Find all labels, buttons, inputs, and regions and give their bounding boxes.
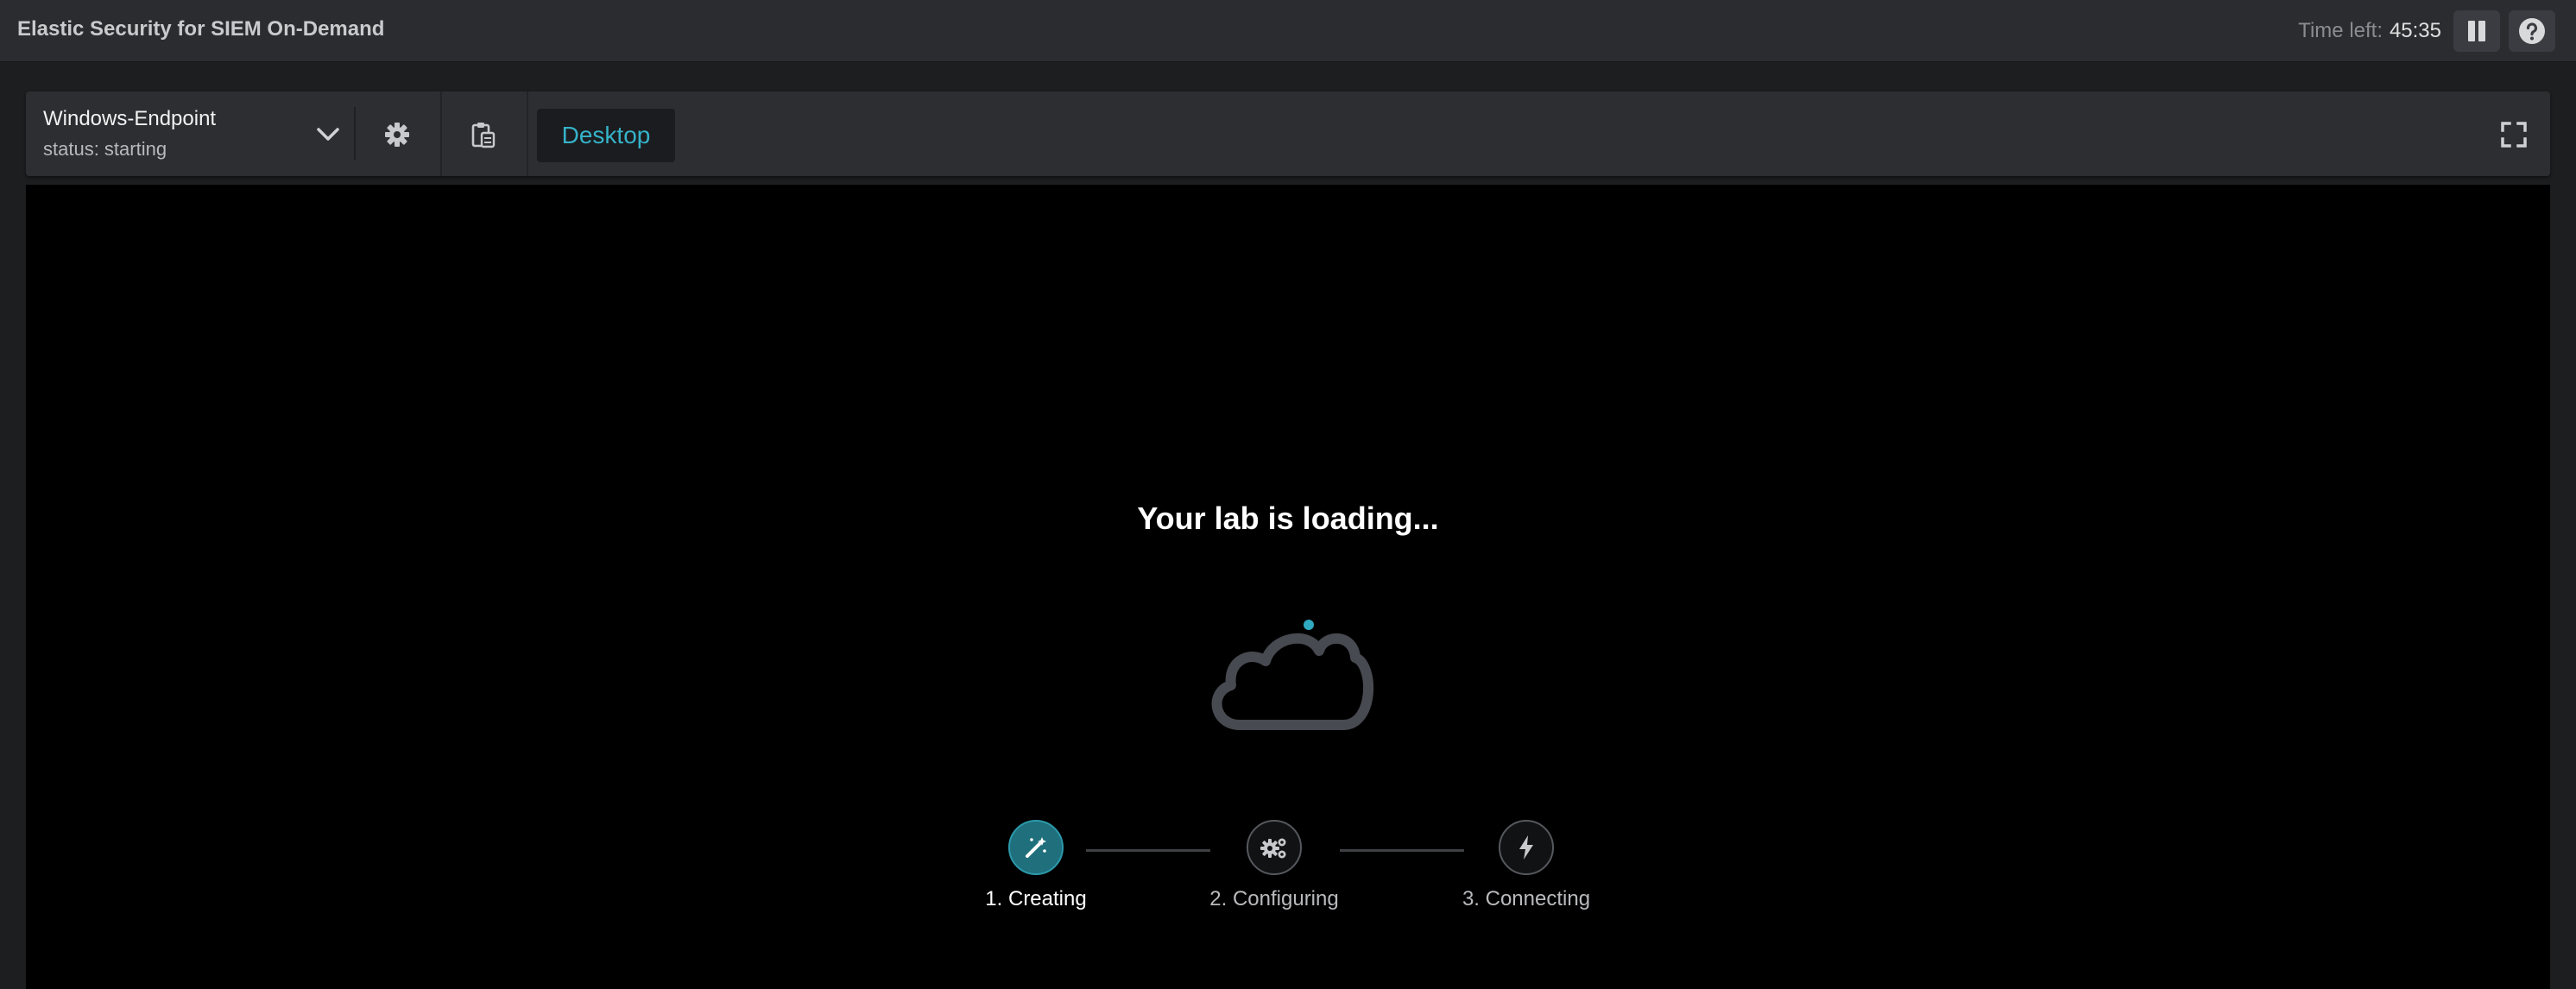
top-bar: Elastic Security for SIEM On-Demand Time… [0, 0, 2576, 62]
vm-name: Windows-Endpoint [43, 107, 217, 130]
clipboard-icon [471, 123, 496, 148]
time-left-value: 45:35 [2389, 19, 2441, 42]
app-title: Elastic Security for SIEM On-Demand [17, 17, 385, 41]
step-label: 2. Configuring [1209, 887, 1339, 910]
step-label: 1. Creating [985, 887, 1087, 910]
help-button[interactable] [2509, 10, 2555, 52]
toolbar-separator [527, 91, 528, 176]
clipboard-button[interactable] [461, 112, 506, 157]
pause-icon [2468, 21, 2485, 41]
pause-button[interactable] [2453, 10, 2500, 52]
fullscreen-icon [2501, 122, 2527, 148]
step-configuring: 2. Configuring [1188, 820, 1361, 911]
step-creating: 1. Creating [950, 820, 1122, 911]
cloud-loading-icon [1211, 620, 1374, 730]
chevron-down-icon[interactable] [311, 117, 345, 152]
gears-icon [1260, 838, 1286, 859]
step-circle [1008, 820, 1064, 875]
machine-toolbar: Windows-Endpoint status: starting Deskto… [26, 91, 2550, 176]
bolt-icon [1519, 835, 1533, 860]
step-circle [1247, 820, 1302, 875]
gear-icon [385, 123, 409, 147]
help-icon [2519, 18, 2545, 44]
step-circle [1499, 820, 1554, 875]
toolbar-divider [354, 107, 356, 161]
tab-desktop[interactable]: Desktop [537, 109, 675, 162]
fullscreen-button[interactable] [2495, 116, 2533, 154]
remote-desktop-viewer[interactable]: Your lab is loading... 1. Creating 2. Co… [26, 185, 2550, 989]
wand-icon [1026, 837, 1046, 858]
settings-button[interactable] [375, 112, 420, 157]
time-left-label: Time left: [2298, 19, 2383, 42]
vm-selector[interactable]: Windows-Endpoint status: starting [26, 91, 354, 176]
step-label: 3. Connecting [1462, 887, 1591, 910]
step-connecting: 3. Connecting [1440, 820, 1613, 911]
loading-title: Your lab is loading... [1137, 501, 1439, 536]
vm-status: status: starting [43, 138, 167, 160]
toolbar-separator [440, 91, 442, 176]
